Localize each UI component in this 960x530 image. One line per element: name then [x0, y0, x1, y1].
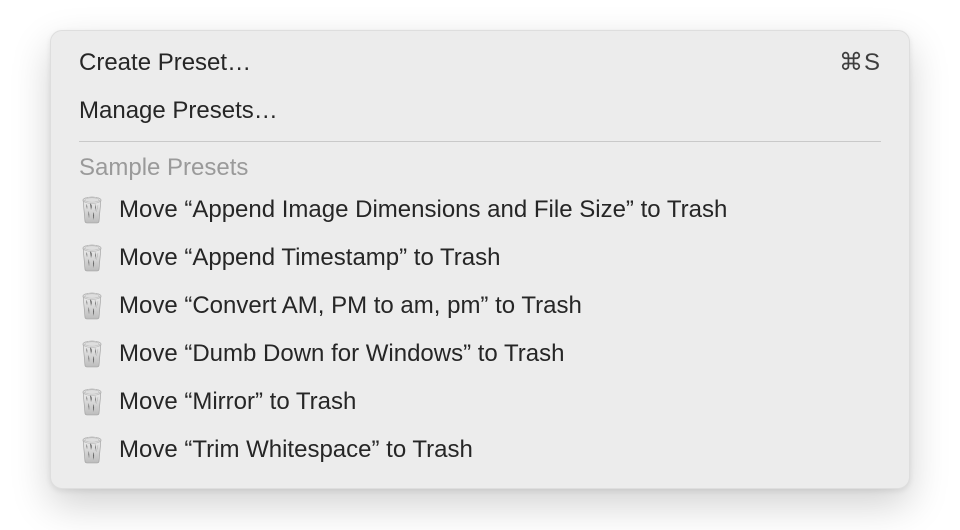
trash-icon — [79, 387, 105, 417]
preset-item[interactable]: Move “Append Timestamp” to Trash — [51, 234, 909, 282]
manage-presets-label: Manage Presets… — [79, 93, 278, 129]
preset-item[interactable]: Move “Convert AM, PM to am, pm” to Trash — [51, 282, 909, 330]
create-preset-label: Create Preset… — [79, 45, 251, 81]
menu-separator — [79, 141, 881, 142]
preset-item[interactable]: Move “Dumb Down for Windows” to Trash — [51, 330, 909, 378]
preset-item-label: Move “Convert AM, PM to am, pm” to Trash — [119, 288, 582, 324]
trash-icon — [79, 195, 105, 225]
preset-item-label: Move “Dumb Down for Windows” to Trash — [119, 336, 564, 372]
sample-presets-header: Sample Presets — [51, 146, 909, 186]
preset-item-label: Move “Append Image Dimensions and File S… — [119, 192, 727, 228]
preset-item[interactable]: Move “Trim Whitespace” to Trash — [51, 426, 909, 474]
preset-item-label: Move “Append Timestamp” to Trash — [119, 240, 501, 276]
manage-presets-item[interactable]: Manage Presets… — [51, 87, 909, 135]
presets-menu: Create Preset… ⌘S Manage Presets… Sample… — [50, 30, 910, 489]
preset-item-label: Move “Mirror” to Trash — [119, 384, 356, 420]
preset-item[interactable]: Move “Append Image Dimensions and File S… — [51, 186, 909, 234]
preset-item-label: Move “Trim Whitespace” to Trash — [119, 432, 473, 468]
trash-icon — [79, 291, 105, 321]
create-preset-item[interactable]: Create Preset… ⌘S — [51, 39, 909, 87]
trash-icon — [79, 339, 105, 369]
preset-item[interactable]: Move “Mirror” to Trash — [51, 378, 909, 426]
trash-icon — [79, 243, 105, 273]
trash-icon — [79, 435, 105, 465]
create-preset-shortcut: ⌘S — [839, 45, 881, 81]
